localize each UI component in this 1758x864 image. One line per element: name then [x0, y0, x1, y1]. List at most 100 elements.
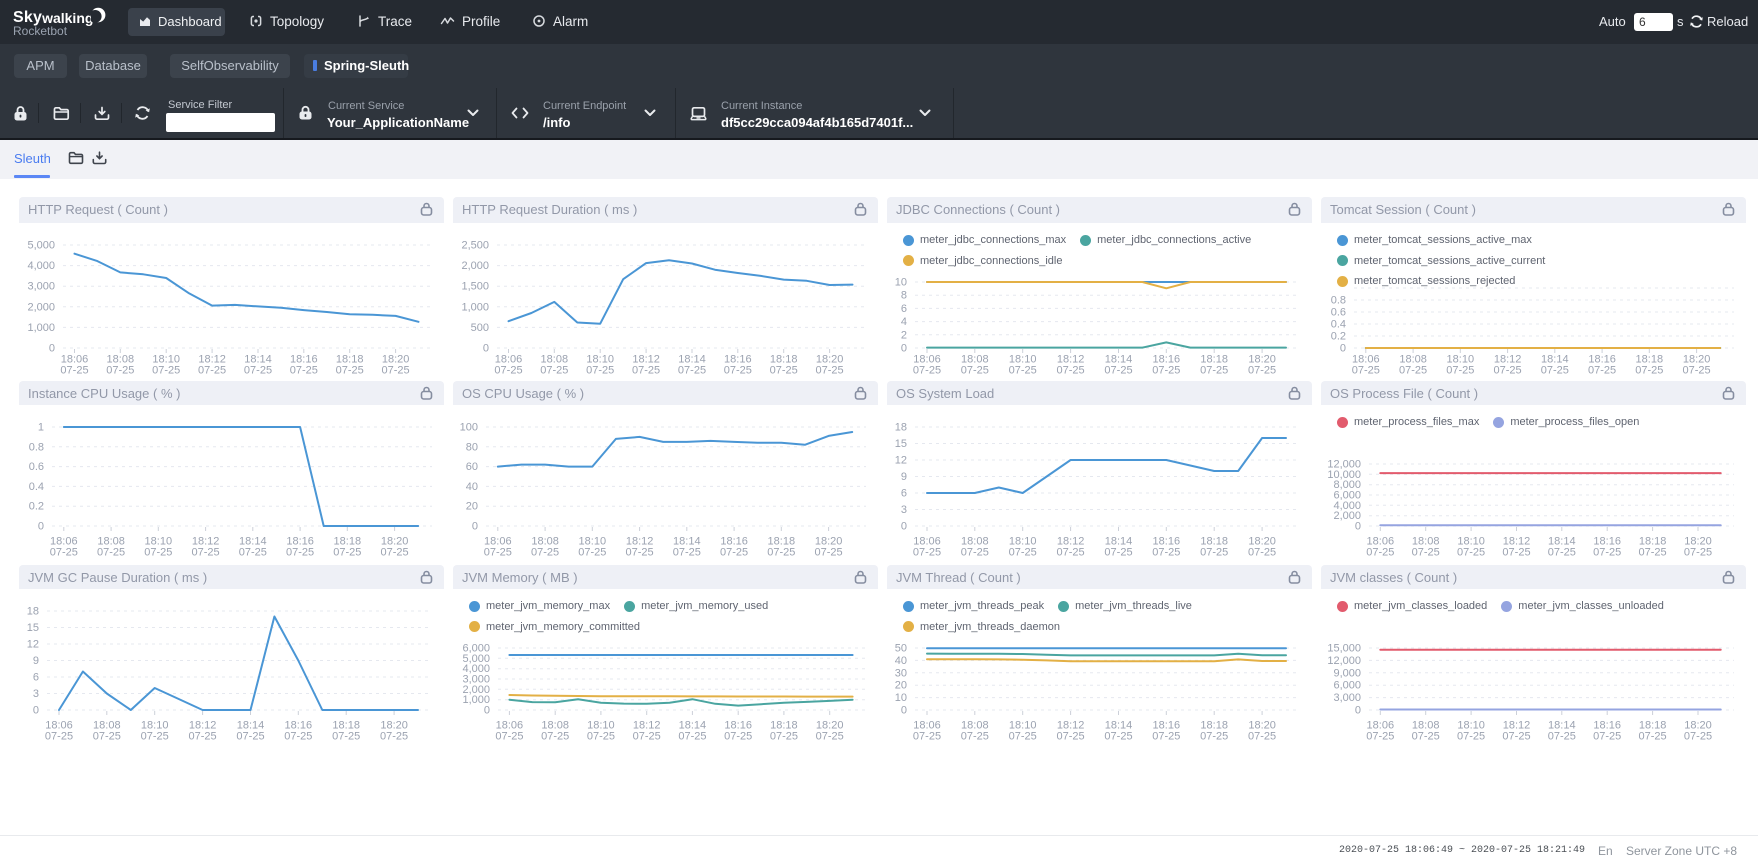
svg-text:20: 20 [466, 501, 478, 513]
svg-text:07-25: 07-25 [541, 731, 569, 741]
svg-text:07-25: 07-25 [1152, 365, 1180, 375]
svg-text:07-25: 07-25 [1412, 547, 1440, 557]
svg-text:07-25: 07-25 [578, 547, 606, 557]
svg-text:12,000: 12,000 [1327, 655, 1361, 667]
svg-text:07-25: 07-25 [336, 365, 364, 375]
svg-text:07-25: 07-25 [333, 547, 361, 557]
svg-text:07-25: 07-25 [45, 731, 73, 741]
svg-text:07-25: 07-25 [531, 547, 559, 557]
svg-text:1,000: 1,000 [461, 301, 489, 313]
svg-text:40: 40 [466, 481, 478, 493]
svg-text:50: 50 [895, 643, 907, 655]
svg-text:30: 30 [895, 667, 907, 679]
svg-text:07-25: 07-25 [815, 547, 843, 557]
svg-text:15: 15 [895, 438, 907, 450]
svg-text:07-25: 07-25 [1248, 365, 1276, 375]
svg-text:07-25: 07-25 [1457, 547, 1485, 557]
svg-text:0: 0 [1355, 705, 1361, 717]
svg-text:0.4: 0.4 [29, 481, 44, 493]
svg-text:2,000: 2,000 [1333, 510, 1361, 522]
svg-text:07-25: 07-25 [332, 731, 360, 741]
svg-text:07-25: 07-25 [1457, 731, 1485, 741]
svg-text:07-25: 07-25 [1548, 547, 1576, 557]
svg-text:07-25: 07-25 [633, 731, 661, 741]
svg-text:07-25: 07-25 [1635, 365, 1663, 375]
svg-text:8: 8 [901, 290, 907, 302]
svg-text:07-25: 07-25 [724, 365, 752, 375]
svg-text:07-25: 07-25 [239, 547, 267, 557]
svg-text:0.2: 0.2 [29, 501, 44, 513]
svg-text:9,000: 9,000 [1333, 667, 1361, 679]
svg-text:07-25: 07-25 [1057, 547, 1085, 557]
svg-text:4: 4 [901, 316, 907, 328]
svg-text:07-25: 07-25 [152, 365, 180, 375]
svg-text:07-25: 07-25 [1446, 365, 1474, 375]
svg-text:1,000: 1,000 [462, 694, 490, 706]
svg-text:07-25: 07-25 [192, 547, 220, 557]
svg-text:80: 80 [466, 441, 478, 453]
svg-text:07-25: 07-25 [913, 547, 941, 557]
svg-text:07-25: 07-25 [1588, 365, 1616, 375]
svg-text:1,000: 1,000 [27, 322, 55, 334]
svg-text:12: 12 [27, 639, 39, 651]
svg-text:5,000: 5,000 [462, 653, 490, 665]
svg-text:07-25: 07-25 [198, 365, 226, 375]
svg-text:07-25: 07-25 [494, 365, 522, 375]
svg-text:0.8: 0.8 [29, 441, 44, 453]
svg-text:07-25: 07-25 [1593, 731, 1621, 741]
svg-text:07-25: 07-25 [97, 547, 125, 557]
svg-text:07-25: 07-25 [1502, 547, 1530, 557]
svg-text:6: 6 [901, 488, 907, 500]
svg-text:0: 0 [484, 705, 490, 717]
svg-text:07-25: 07-25 [106, 365, 134, 375]
svg-text:3,000: 3,000 [27, 281, 55, 293]
svg-text:3: 3 [33, 688, 39, 700]
svg-text:07-25: 07-25 [720, 547, 748, 557]
svg-text:07-25: 07-25 [1057, 365, 1085, 375]
svg-text:07-25: 07-25 [1248, 731, 1276, 741]
svg-text:07-25: 07-25 [724, 731, 752, 741]
svg-text:3: 3 [901, 504, 907, 516]
svg-text:2,000: 2,000 [461, 260, 489, 272]
svg-text:20: 20 [895, 680, 907, 692]
svg-text:0: 0 [49, 343, 55, 355]
svg-text:07-25: 07-25 [244, 365, 272, 375]
svg-text:07-25: 07-25 [1352, 365, 1380, 375]
svg-text:6,000: 6,000 [1333, 680, 1361, 692]
svg-text:3,000: 3,000 [1333, 692, 1361, 704]
svg-text:10: 10 [895, 277, 907, 289]
svg-text:07-25: 07-25 [381, 547, 409, 557]
svg-text:07-25: 07-25 [1412, 731, 1440, 741]
svg-text:0: 0 [472, 521, 478, 533]
svg-text:07-25: 07-25 [767, 547, 795, 557]
svg-text:07-25: 07-25 [1200, 547, 1228, 557]
svg-text:07-25: 07-25 [673, 547, 701, 557]
svg-text:07-25: 07-25 [1057, 731, 1085, 741]
svg-text:18: 18 [27, 606, 39, 618]
svg-text:07-25: 07-25 [1548, 731, 1576, 741]
svg-text:4,000: 4,000 [462, 663, 490, 675]
svg-text:15: 15 [27, 622, 39, 634]
svg-text:07-25: 07-25 [495, 731, 523, 741]
svg-text:15,000: 15,000 [1327, 643, 1361, 655]
svg-text:07-25: 07-25 [286, 547, 314, 557]
svg-text:07-25: 07-25 [1366, 547, 1394, 557]
svg-text:0: 0 [1355, 521, 1361, 533]
svg-text:6,000: 6,000 [1333, 490, 1361, 502]
svg-text:07-25: 07-25 [770, 731, 798, 741]
svg-text:07-25: 07-25 [1399, 365, 1427, 375]
svg-text:07-25: 07-25 [50, 547, 78, 557]
svg-text:07-25: 07-25 [586, 365, 614, 375]
svg-text:18: 18 [895, 422, 907, 434]
svg-text:2,000: 2,000 [462, 684, 490, 696]
svg-text:0.6: 0.6 [29, 461, 44, 473]
svg-text:12: 12 [895, 455, 907, 467]
svg-text:60: 60 [466, 461, 478, 473]
svg-text:9: 9 [33, 655, 39, 667]
svg-text:07-25: 07-25 [1683, 365, 1711, 375]
svg-text:4,000: 4,000 [27, 260, 55, 272]
svg-text:100: 100 [460, 422, 478, 434]
svg-text:07-25: 07-25 [1009, 731, 1037, 741]
svg-text:07-25: 07-25 [1200, 365, 1228, 375]
svg-text:07-25: 07-25 [1366, 731, 1394, 741]
